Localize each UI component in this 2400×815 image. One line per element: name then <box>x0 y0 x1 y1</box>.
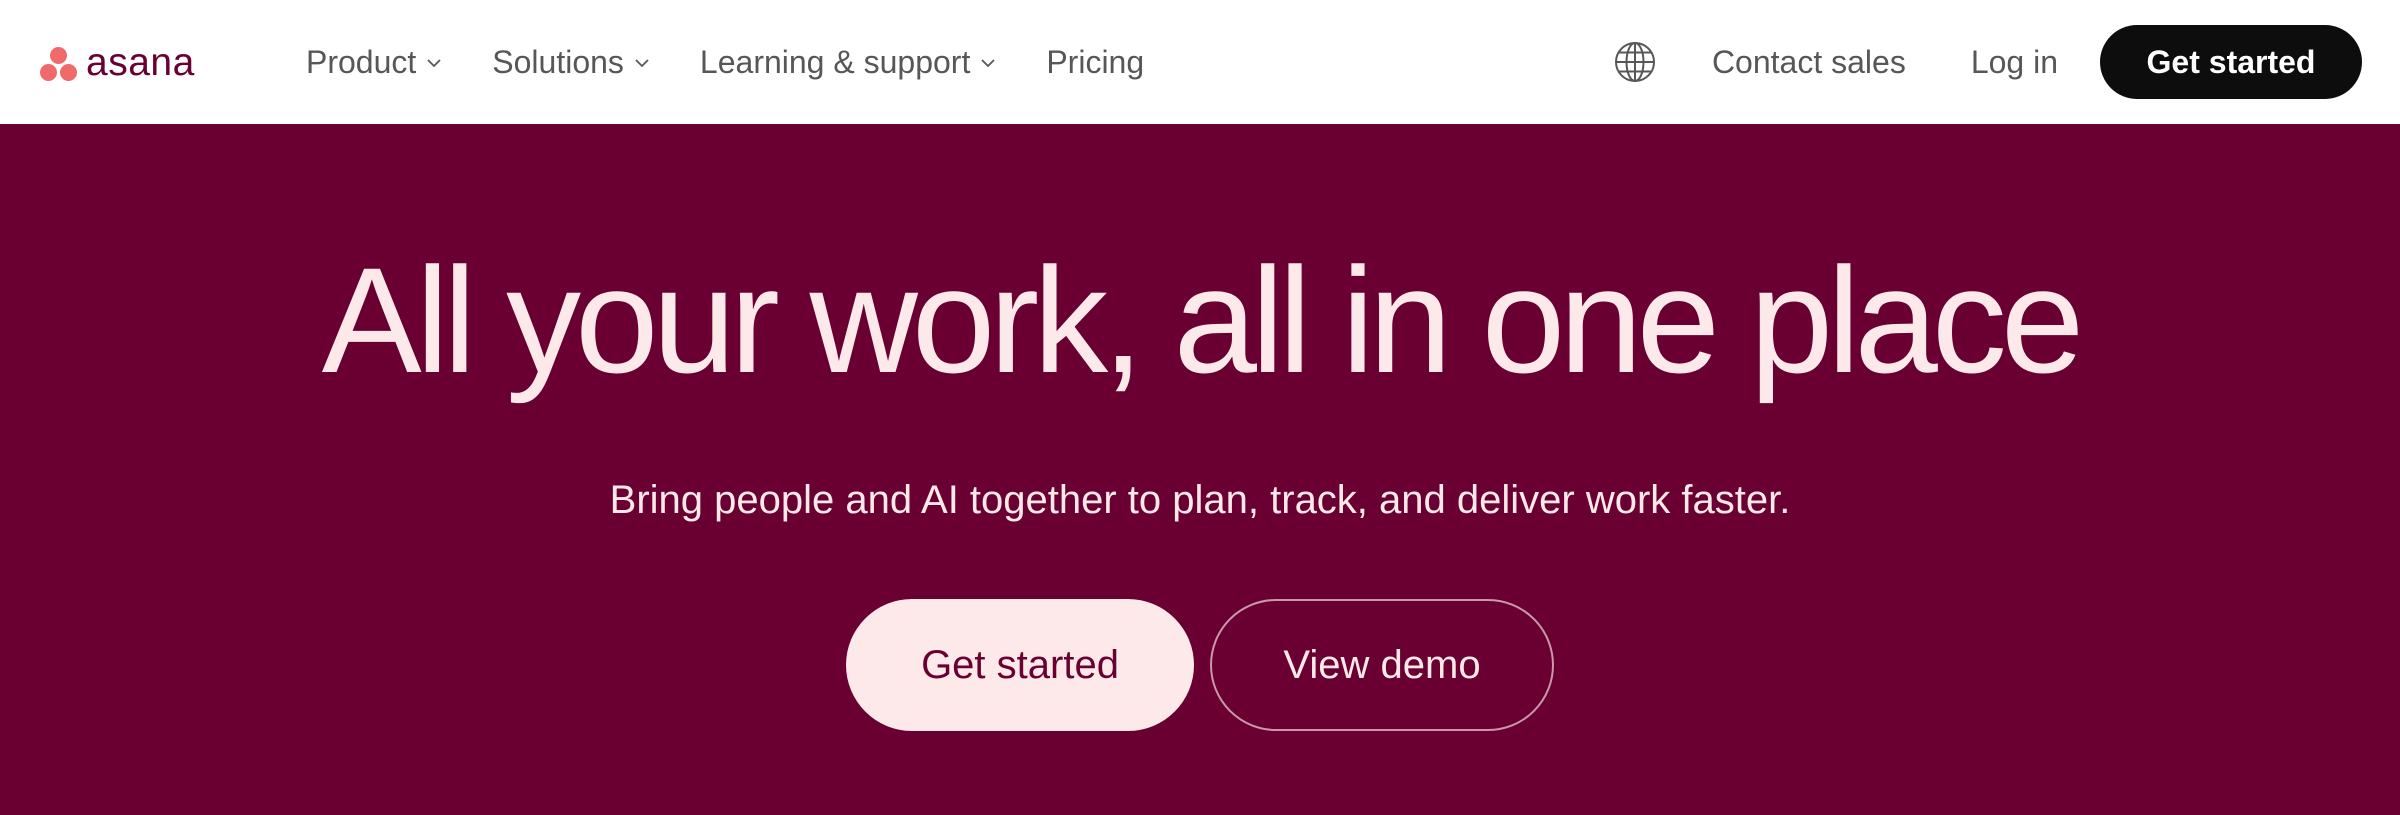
chevron-down-icon <box>634 55 650 71</box>
nav-item-label: Product <box>306 43 417 80</box>
chevron-down-icon <box>426 55 442 71</box>
nav-actions: Contact sales Log in Get started <box>1614 0 2362 124</box>
view-demo-button[interactable]: View demo <box>1210 599 1554 731</box>
contact-sales-link[interactable]: Contact sales <box>1712 44 1906 81</box>
nav-item-label: Pricing <box>1046 43 1145 80</box>
nav-item-solutions[interactable]: Solutions <box>492 44 650 81</box>
nav-item-learning-support[interactable]: Learning & support <box>700 44 996 81</box>
main-nav: Product Solutions Learning & support Pri… <box>306 0 1194 124</box>
asana-logo[interactable]: asana <box>38 40 195 84</box>
nav-item-pricing[interactable]: Pricing <box>1046 44 1144 81</box>
nav-item-product[interactable]: Product <box>306 44 442 81</box>
globe-icon[interactable] <box>1614 41 1656 83</box>
hero-subtitle: Bring people and AI together to plan, tr… <box>609 478 1791 522</box>
log-in-link[interactable]: Log in <box>1971 44 2058 81</box>
get-started-nav-button[interactable]: Get started <box>2100 25 2362 99</box>
hero-title: All your work, all in one place <box>321 236 2085 404</box>
nav-item-label: Solutions <box>492 43 624 80</box>
top-navigation: asana Product Solutions Learning & suppo… <box>0 0 2400 124</box>
nav-item-label: Learning & support <box>699 43 971 80</box>
hero-buttons: Get started View demo <box>0 599 2400 731</box>
chevron-down-icon <box>980 55 996 71</box>
asana-logo-icon <box>38 44 80 84</box>
asana-wordmark: asana <box>86 40 195 84</box>
get-started-button[interactable]: Get started <box>846 599 1194 731</box>
